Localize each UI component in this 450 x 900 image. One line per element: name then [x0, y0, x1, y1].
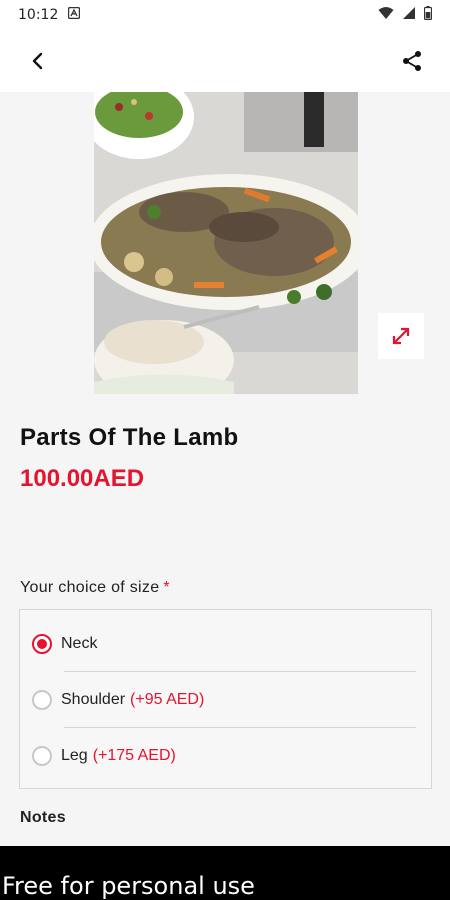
size-options-group: Neck Shoulder (+95 AED) Leg (+175 AED) [19, 609, 432, 789]
product-title: Parts Of The Lamb [20, 424, 239, 451]
size-section-label: Your choice of size * [20, 579, 170, 597]
option-label: Leg [61, 747, 88, 764]
radio-neck[interactable] [32, 634, 52, 654]
option-label: Shoulder [61, 691, 126, 708]
product-price: 100.00AED [20, 465, 145, 492]
size-option-shoulder[interactable]: Shoulder (+95 AED) [32, 672, 416, 728]
battery-icon [423, 6, 433, 24]
share-icon [403, 51, 421, 71]
expand-image-button[interactable] [378, 313, 424, 359]
option-extra: (+175 AED) [92, 747, 176, 764]
size-option-neck[interactable]: Neck [32, 616, 416, 672]
share-button[interactable] [392, 41, 432, 81]
food-photo [94, 92, 358, 394]
watermark-text: Free for personal use [2, 872, 255, 900]
top-bar [0, 30, 450, 92]
wifi-icon [378, 6, 394, 24]
size-label-text: Your choice of size [20, 579, 160, 596]
signal-icon [402, 6, 416, 24]
status-time: 10:12 [18, 7, 59, 23]
back-arrow-icon [32, 52, 43, 70]
back-button[interactable] [18, 41, 58, 81]
notes-label: Notes [20, 809, 66, 826]
expand-icon [392, 327, 410, 345]
option-extra: (+95 AED) [130, 691, 205, 708]
radio-leg[interactable] [32, 746, 52, 766]
option-label: Neck [61, 635, 98, 652]
notification-a-icon [68, 6, 81, 23]
status-bar: 10:12 [0, 0, 450, 30]
product-image[interactable] [94, 92, 358, 394]
size-option-leg[interactable]: Leg (+175 AED) [32, 728, 416, 784]
radio-shoulder[interactable] [32, 690, 52, 710]
required-mark: * [163, 579, 170, 596]
